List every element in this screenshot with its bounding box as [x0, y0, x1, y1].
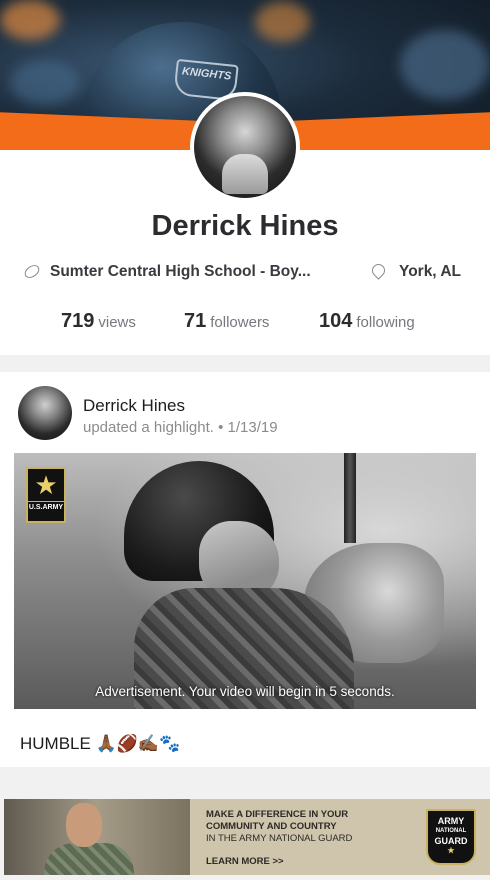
- cover-light: [0, 0, 60, 40]
- ad-banner[interactable]: MAKE A DIFFERENCE IN YOUR COMMUNITY AND …: [4, 799, 490, 875]
- followers-label: followers: [210, 314, 270, 331]
- army-national-guard-logo: ARMY NATIONAL GUARD ★: [426, 809, 476, 865]
- stat-following[interactable]: 104 following: [319, 310, 415, 333]
- learn-more-link[interactable]: LEARN MORE >>: [206, 856, 284, 867]
- school-link[interactable]: Sumter Central High School - Boy...: [50, 263, 311, 281]
- guard-logo-line-3: GUARD: [434, 836, 468, 846]
- post-avatar[interactable]: [18, 386, 72, 440]
- cover-light: [255, 2, 310, 42]
- ad-line-2: COMMUNITY AND COUNTRY: [206, 821, 337, 832]
- ad-notice: Advertisement. Your video will begin in …: [95, 684, 395, 699]
- post-meta: updated a highlight. • 1/13/19: [83, 419, 278, 436]
- cover-light: [400, 30, 490, 100]
- profile-name: Derrick Hines: [151, 210, 339, 242]
- following-label: following: [356, 314, 415, 331]
- ad-photo-uniform: [44, 843, 134, 875]
- profile-avatar[interactable]: [190, 92, 300, 202]
- profile-stats: 719 views 71 followers 104 following: [0, 310, 490, 338]
- ad-line-3: IN THE ARMY NATIONAL GUARD: [206, 833, 353, 844]
- views-label: views: [98, 314, 136, 331]
- army-logo-label: U.S.ARMY: [28, 501, 64, 511]
- ad-photo: [4, 799, 190, 875]
- stat-followers[interactable]: 71 followers: [184, 310, 269, 333]
- feed-post: Derrick Hines updated a highlight. • 1/1…: [0, 372, 490, 767]
- guard-logo-line-2: NATIONAL: [435, 828, 467, 834]
- views-count: 719: [61, 310, 95, 332]
- post-caption: HUMBLE 🙏🏾🏈✍🏾🐾: [20, 734, 181, 753]
- army-logo: ★ U.S.ARMY: [26, 467, 66, 523]
- stat-views: 719 views: [61, 310, 136, 333]
- cover-light: [10, 60, 80, 105]
- map-pin-icon: [369, 261, 388, 280]
- guard-logo-line-1: ARMY: [437, 816, 465, 826]
- star-icon: ★: [34, 470, 58, 500]
- post-author[interactable]: Derrick Hines: [83, 396, 185, 416]
- following-count: 104: [319, 310, 353, 332]
- followers-count: 71: [184, 310, 207, 332]
- ad-copy: MAKE A DIFFERENCE IN YOUR COMMUNITY AND …: [206, 809, 406, 845]
- avatar-photo: [194, 96, 296, 198]
- star-icon: ★: [447, 846, 455, 855]
- location-text: York, AL: [399, 263, 462, 280]
- video-player[interactable]: ★ U.S.ARMY Advertisement. Your video wil…: [14, 453, 476, 709]
- video-rope: [344, 453, 356, 543]
- ad-photo-face: [66, 803, 102, 847]
- football-icon: [22, 262, 42, 281]
- ad-line-1: MAKE A DIFFERENCE IN YOUR: [206, 809, 349, 820]
- profile-info-row: Sumter Central High School - Boy... York…: [0, 261, 490, 287]
